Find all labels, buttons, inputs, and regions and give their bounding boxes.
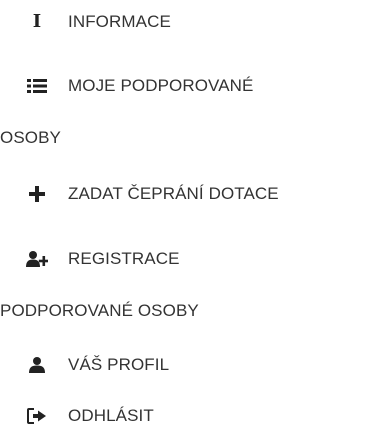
sign-out-icon [26,406,48,426]
menu-item-label: REGISTRACE [68,249,180,268]
plus-icon [26,184,48,204]
menu-item-zadat-cerpani-dotace[interactable]: ZADAT ČEPRÁNÍ DOTACE [0,182,365,206]
menu-item-label: ZADAT ČEPRÁNÍ DOTACE [68,184,279,203]
user-plus-icon [26,249,48,269]
user-icon [26,355,48,375]
menu-item-label: INFORMACE [68,12,171,31]
menu-item-vas-profil[interactable]: VÁŠ PROFIL [0,353,365,377]
menu-item-label-continuation: OSOBY [0,128,61,147]
menu-item-label: ODHLÁSIT [68,406,154,425]
menu-item-label: MOJE PODPOROVANÉ [68,76,254,95]
menu-item-registrace-podporovane-osoby[interactable]: REGISTRACE PODPOROVANÉ OSOBY [0,247,365,323]
side-menu: i INFORMACE MOJE PODPOROVANÉ OSOBY [0,0,365,442]
list-icon [26,76,48,96]
menu-item-informace[interactable]: i INFORMACE [0,10,365,34]
menu-item-label-continuation: PODPOROVANÉ OSOBY [0,301,199,320]
menu-item-label: VÁŠ PROFIL [68,355,170,374]
info-icon: i [32,11,42,32]
menu-item-odhlasit[interactable]: ODHLÁSIT [0,404,365,428]
menu-item-moje-podporovane-osoby[interactable]: MOJE PODPOROVANÉ OSOBY [0,74,365,150]
